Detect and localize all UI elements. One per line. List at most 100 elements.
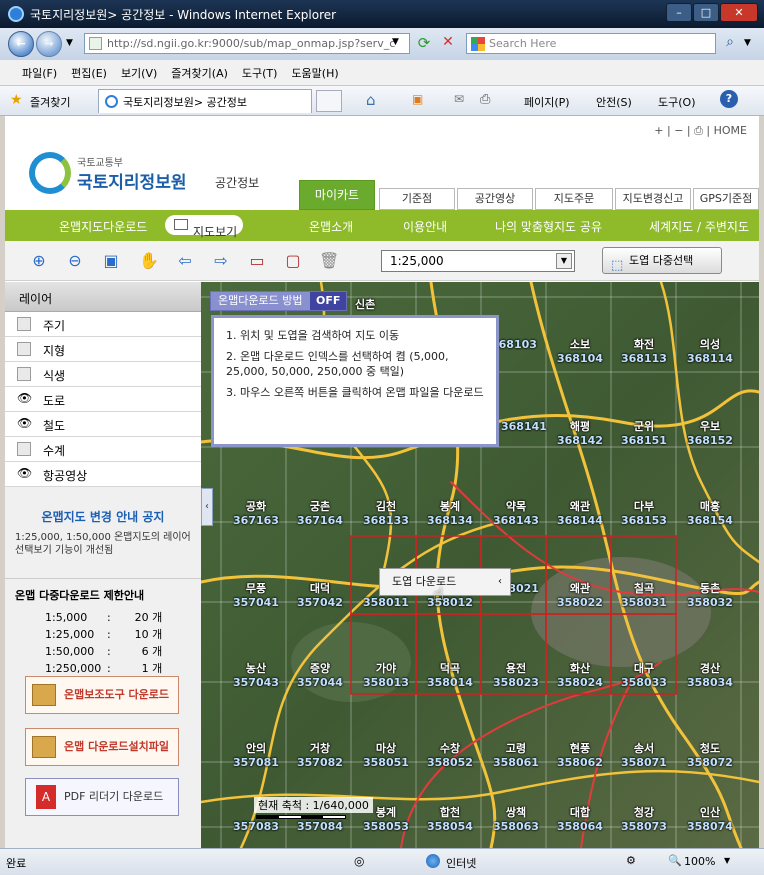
sheet-label[interactable]: 무풍 357041 — [233, 582, 279, 610]
collapse-sidebar-icon[interactable]: ‹ — [201, 488, 213, 526]
map-view[interactable]: 신촌 368103 소보 368104 화전 368113 의성 368114 368… — [201, 282, 759, 848]
layer-item[interactable]: 수계 — [5, 437, 201, 462]
tab-gps[interactable]: GPS기준점 — [693, 188, 759, 210]
nav-guide[interactable]: 이용안내 — [403, 218, 447, 235]
sheet-label[interactable]: 칠곡 358031 — [621, 582, 667, 610]
mail-icon[interactable]: ✉ — [454, 92, 464, 106]
sheet-label[interactable]: 현풍 358062 — [557, 742, 603, 770]
pdf-reader-button[interactable]: A PDF 리더기 다운로드 — [25, 778, 179, 816]
previous-view-icon[interactable]: ⇦ — [175, 251, 195, 271]
refresh-icon[interactable]: ⟳ — [414, 34, 434, 54]
sheet-label[interactable]: 대덕 357042 — [297, 582, 343, 610]
top-links[interactable]: + | − | ⎙ | HOME — [654, 124, 747, 138]
safety-menu[interactable]: 안전(S) — [596, 94, 632, 110]
eye-icon[interactable]: 👁 — [17, 392, 32, 406]
search-options-icon[interactable]: ▼ — [744, 38, 751, 48]
sheet-label[interactable]: 약목 368143 — [493, 500, 539, 528]
new-tab-button[interactable] — [316, 90, 342, 112]
map-view-button[interactable]: 지도보기 — [165, 215, 243, 239]
measure-area-icon[interactable]: ▢ — [283, 251, 303, 271]
sheet-label[interactable]: 화산 358024 — [557, 662, 603, 690]
protected-mode-icon[interactable]: ⚙ — [626, 854, 636, 867]
nav-world[interactable]: 세계지도 / 주변지도 — [649, 218, 749, 235]
close-button[interactable]: ✕ — [720, 3, 758, 22]
sheet-label[interactable]: 궁촌 367164 — [297, 500, 343, 528]
sheet-label[interactable]: 368141 — [501, 420, 547, 434]
layer-checkbox[interactable] — [17, 342, 31, 356]
site-logo[interactable]: 국토교통부 국토지리정보원 공간정보 — [29, 152, 299, 202]
address-field[interactable]: http://sd.ngii.go.kr:9000/sub/map_onmap.… — [84, 33, 410, 54]
onmap-installer-button[interactable]: 온맵 다운로드설치파일 — [25, 728, 179, 766]
sheet-label[interactable]: 고령 358061 — [493, 742, 539, 770]
sheet-label[interactable]: 신촌 — [355, 298, 375, 312]
tools-menu[interactable]: 도구(O) — [658, 94, 695, 110]
sheet-label[interactable]: 화전 368113 — [621, 338, 667, 366]
nav-share[interactable]: 나의 맞춤형지도 공유 — [495, 218, 602, 235]
sheet-label[interactable]: 거창 357082 — [297, 742, 343, 770]
sheet-label[interactable]: 인산 358074 — [687, 806, 733, 834]
privacy-icon[interactable]: ◎ — [354, 854, 364, 868]
search-go-icon[interactable]: ⌕ — [720, 34, 740, 54]
sheet-label[interactable]: 경산 358034 — [687, 662, 733, 690]
sheet-label[interactable]: 군위 368151 — [621, 420, 667, 448]
menu-tools[interactable]: 도구(T) — [242, 65, 278, 81]
sheet-label[interactable]: 쌍책 358063 — [493, 806, 539, 834]
zoom-dropdown-icon[interactable]: ▼ — [724, 856, 730, 865]
tab-control-point[interactable]: 기준점 — [379, 188, 455, 210]
download-mode-toggle[interactable]: 온맵다운로드 방법 OFF — [210, 291, 348, 311]
measure-distance-icon[interactable]: ▭ — [247, 251, 267, 271]
sheet-label[interactable]: 용전 358023 — [493, 662, 539, 690]
sheet-label[interactable]: 증양 357044 — [297, 662, 343, 690]
layer-checkbox[interactable] — [17, 317, 31, 331]
layer-item[interactable]: 식생 — [5, 362, 201, 387]
nav-onmap-download[interactable]: 온맵지도다운로드 — [59, 218, 147, 235]
maximize-button[interactable]: □ — [693, 3, 719, 22]
eye-icon[interactable]: 👁 — [17, 417, 32, 431]
zoom-icon[interactable]: 🔍 — [668, 854, 682, 867]
favorites-label[interactable]: 즐겨찾기 — [30, 94, 70, 110]
print-icon[interactable]: ⎙ — [480, 92, 490, 107]
browser-tab[interactable]: 국토지리정보원> 공간정보 — [98, 89, 312, 113]
menu-help[interactable]: 도움말(H) — [291, 65, 338, 81]
sheet-label[interactable]: 소보 368104 — [557, 338, 603, 366]
sheet-label[interactable]: 송서 358071 — [621, 742, 667, 770]
layer-item[interactable]: 👁 항공영상 — [5, 462, 201, 487]
tab-map-order[interactable]: 지도주문 — [535, 188, 613, 210]
sheet-label[interactable]: 매흥 368154 — [687, 500, 733, 528]
clear-icon[interactable]: 🗑 — [319, 251, 339, 271]
layer-item[interactable]: 지형 — [5, 337, 201, 362]
sheet-label[interactable]: 왜관 368144 — [557, 500, 603, 528]
page-menu[interactable]: 페이지(P) — [524, 94, 570, 110]
layer-item[interactable]: 주기 — [5, 312, 201, 337]
feeds-icon[interactable]: ▣ — [412, 92, 423, 106]
minimize-button[interactable]: – — [666, 3, 692, 22]
sheet-label[interactable]: 왜관 358022 — [557, 582, 603, 610]
sheet-label[interactable]: 의성 368114 — [687, 338, 733, 366]
eye-icon[interactable]: 👁 — [17, 467, 32, 481]
scale-select[interactable]: 1:25,000 ▼ — [381, 250, 575, 272]
onmap-tool-download-button[interactable]: 온맵보조도구 다운로드 — [25, 676, 179, 714]
sheet-label[interactable]: 357083 — [233, 820, 279, 834]
search-input[interactable]: Search Here — [466, 33, 716, 54]
favorites-star-icon[interactable]: ★ — [10, 92, 23, 108]
sheet-label[interactable]: 공화 367163 — [233, 500, 279, 528]
sheet-label[interactable]: 마상 358051 — [363, 742, 409, 770]
zoom-out-icon[interactable]: ⊖ — [65, 251, 85, 271]
sheet-label[interactable]: 봉계 368134 — [427, 500, 473, 528]
layer-checkbox[interactable] — [17, 367, 31, 381]
history-dropdown-icon[interactable]: ▼ — [66, 38, 73, 48]
pan-hand-icon[interactable]: ✋ — [139, 251, 159, 271]
scale-dropdown-icon[interactable]: ▼ — [556, 253, 572, 269]
zoom-level[interactable]: 100% — [684, 855, 715, 868]
sheet-label[interactable]: 김천 368133 — [363, 500, 409, 528]
sheet-label[interactable]: 357084 — [297, 820, 343, 834]
full-extent-icon[interactable]: ▣ — [101, 251, 121, 271]
notice-title[interactable]: 온맵지도 변경 안내 공지 — [15, 508, 191, 525]
layer-item[interactable]: 👁 철도 — [5, 412, 201, 437]
back-button[interactable]: ← — [8, 31, 34, 57]
sheet-label[interactable]: 덕곡 358014 — [427, 662, 473, 690]
help-icon[interactable]: ? — [720, 90, 738, 108]
tab-map-change[interactable]: 지도변경신고 — [615, 188, 691, 210]
sheet-label[interactable]: 합천 358054 — [427, 806, 473, 834]
home-icon[interactable]: ⌂ — [366, 91, 376, 109]
